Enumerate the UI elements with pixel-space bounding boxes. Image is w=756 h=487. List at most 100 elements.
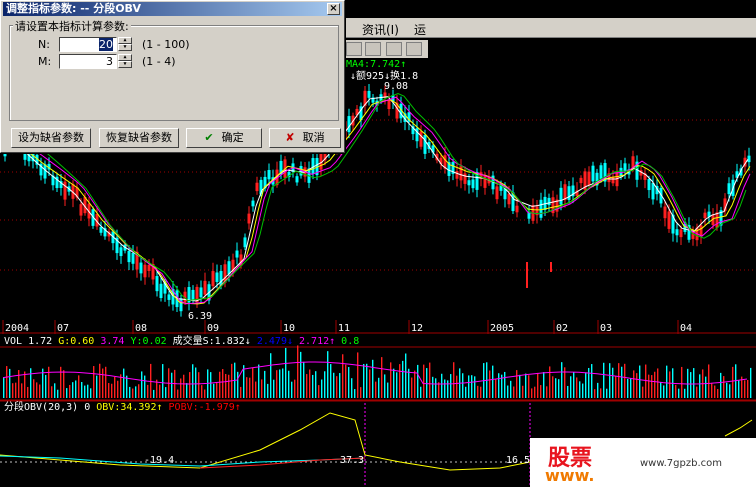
volume-bar <box>369 369 371 398</box>
volume-bar <box>417 364 419 398</box>
volume-bar <box>333 372 335 398</box>
toolbar-icon-1[interactable] <box>346 42 362 56</box>
candle-body <box>707 211 711 217</box>
volume-bar <box>474 376 476 398</box>
volume-bar <box>627 378 629 398</box>
candle-body <box>423 135 427 154</box>
set-default-button[interactable]: 设为缺省参数 <box>11 128 91 148</box>
spin-up-icon[interactable]: ▲ <box>118 54 132 61</box>
volume-bar <box>177 389 179 398</box>
volume-bar <box>621 366 623 398</box>
volume-bar <box>225 373 227 398</box>
volume-bar <box>51 386 53 398</box>
candle-body <box>267 170 271 180</box>
volume-bar <box>657 368 659 398</box>
volume-bar <box>114 376 116 398</box>
spin-up-icon[interactable]: ▲ <box>118 37 132 44</box>
volume-bar <box>324 371 326 398</box>
volume-bar <box>204 389 206 398</box>
volume-bar <box>186 383 188 398</box>
toolbar-icon-4[interactable] <box>406 42 422 56</box>
spin-down-icon[interactable]: ▼ <box>118 44 132 51</box>
volume-bar <box>537 372 539 398</box>
date-axis-label: 04 <box>680 323 693 334</box>
watermark-url: www.7gpzb.com <box>640 458 722 469</box>
volume-bar <box>732 366 734 398</box>
param-n-input[interactable]: 20 <box>59 37 117 52</box>
volume-bar <box>669 371 671 398</box>
candle-body <box>139 262 143 274</box>
dialog-title-bar[interactable]: 调整指标参数: -- 分段OBV × <box>3 2 342 16</box>
volume-bar <box>159 384 161 398</box>
param-m-range: (1 - 4) <box>142 55 176 68</box>
volume-bar <box>105 366 107 398</box>
candle-body <box>675 229 679 236</box>
volume-bar <box>438 382 440 398</box>
candle-body <box>311 158 315 174</box>
volume-bar <box>456 375 458 398</box>
param-n-spinner[interactable]: ▲ ▼ <box>118 37 132 52</box>
volume-bar <box>555 378 557 398</box>
app-toolbar <box>344 40 428 58</box>
date-axis-label: 2005 <box>490 323 515 334</box>
param-m-spinner[interactable]: ▲ ▼ <box>118 54 132 69</box>
volume-bar <box>399 364 401 398</box>
volume-bar <box>675 384 677 398</box>
volume-bar <box>603 362 605 398</box>
param-n-range: (1 - 100) <box>142 38 190 51</box>
volume-bar <box>510 380 512 398</box>
toolbar-icon-3[interactable] <box>386 42 402 56</box>
volume-bar <box>270 353 272 398</box>
spin-down-icon[interactable]: ▼ <box>118 61 132 68</box>
ma4-label: MA4:7.742↑ <box>346 59 407 70</box>
volume-bar <box>549 366 551 398</box>
volume-bar <box>48 366 50 398</box>
volume-bar <box>87 384 89 398</box>
volume-bar <box>465 386 467 398</box>
volume-bar <box>600 388 602 398</box>
restore-default-button[interactable]: 恢复缺省参数 <box>99 128 179 148</box>
toolbar-icon-2[interactable] <box>365 42 381 56</box>
volume-bar <box>213 383 215 398</box>
candle-body <box>219 271 223 286</box>
volume-bar <box>666 365 668 398</box>
volume-bar <box>393 368 395 398</box>
menu-item-more[interactable]: 运 <box>414 21 426 38</box>
volume-bar <box>540 385 542 398</box>
volume-bar <box>525 373 527 398</box>
volume-bar <box>567 385 569 398</box>
volume-bar <box>552 376 554 398</box>
high-price-label: 9.08 <box>384 81 409 92</box>
volume-bar <box>654 371 656 398</box>
volume-bar <box>360 387 362 398</box>
volume-bar <box>744 380 746 398</box>
candle-body <box>651 182 655 200</box>
params-group-title: 请设置本指标计算参数: <box>13 18 131 34</box>
close-button[interactable]: × <box>327 3 340 15</box>
candle-body <box>199 287 203 298</box>
volume-bar <box>423 364 425 398</box>
volume-bar <box>711 383 713 398</box>
volume-bar <box>15 382 17 398</box>
volume-bar <box>726 382 728 398</box>
cancel-button[interactable]: ✘ 取消 <box>269 128 341 148</box>
volume-bar <box>645 364 647 398</box>
volume-bar <box>258 364 260 398</box>
volume-bar <box>363 363 365 398</box>
volume-bar <box>126 375 128 398</box>
candle-body <box>467 180 471 186</box>
volume-bar <box>522 385 524 398</box>
date-axis-label: 02 <box>556 323 569 334</box>
app-menu-bar: 资讯(I) 运 <box>344 18 756 38</box>
volume-bar <box>507 385 509 398</box>
volume-bar <box>165 387 167 398</box>
volume-bar <box>336 376 338 398</box>
volume-bar <box>276 370 278 398</box>
volume-bar <box>84 385 86 398</box>
volume-bar <box>93 366 95 398</box>
param-m-input[interactable]: 3 <box>59 54 117 69</box>
volume-bar <box>453 362 455 398</box>
menu-item-info[interactable]: 资讯(I) <box>362 21 399 38</box>
volume-bar <box>606 388 608 398</box>
ok-button[interactable]: ✔ 确定 <box>186 128 262 148</box>
